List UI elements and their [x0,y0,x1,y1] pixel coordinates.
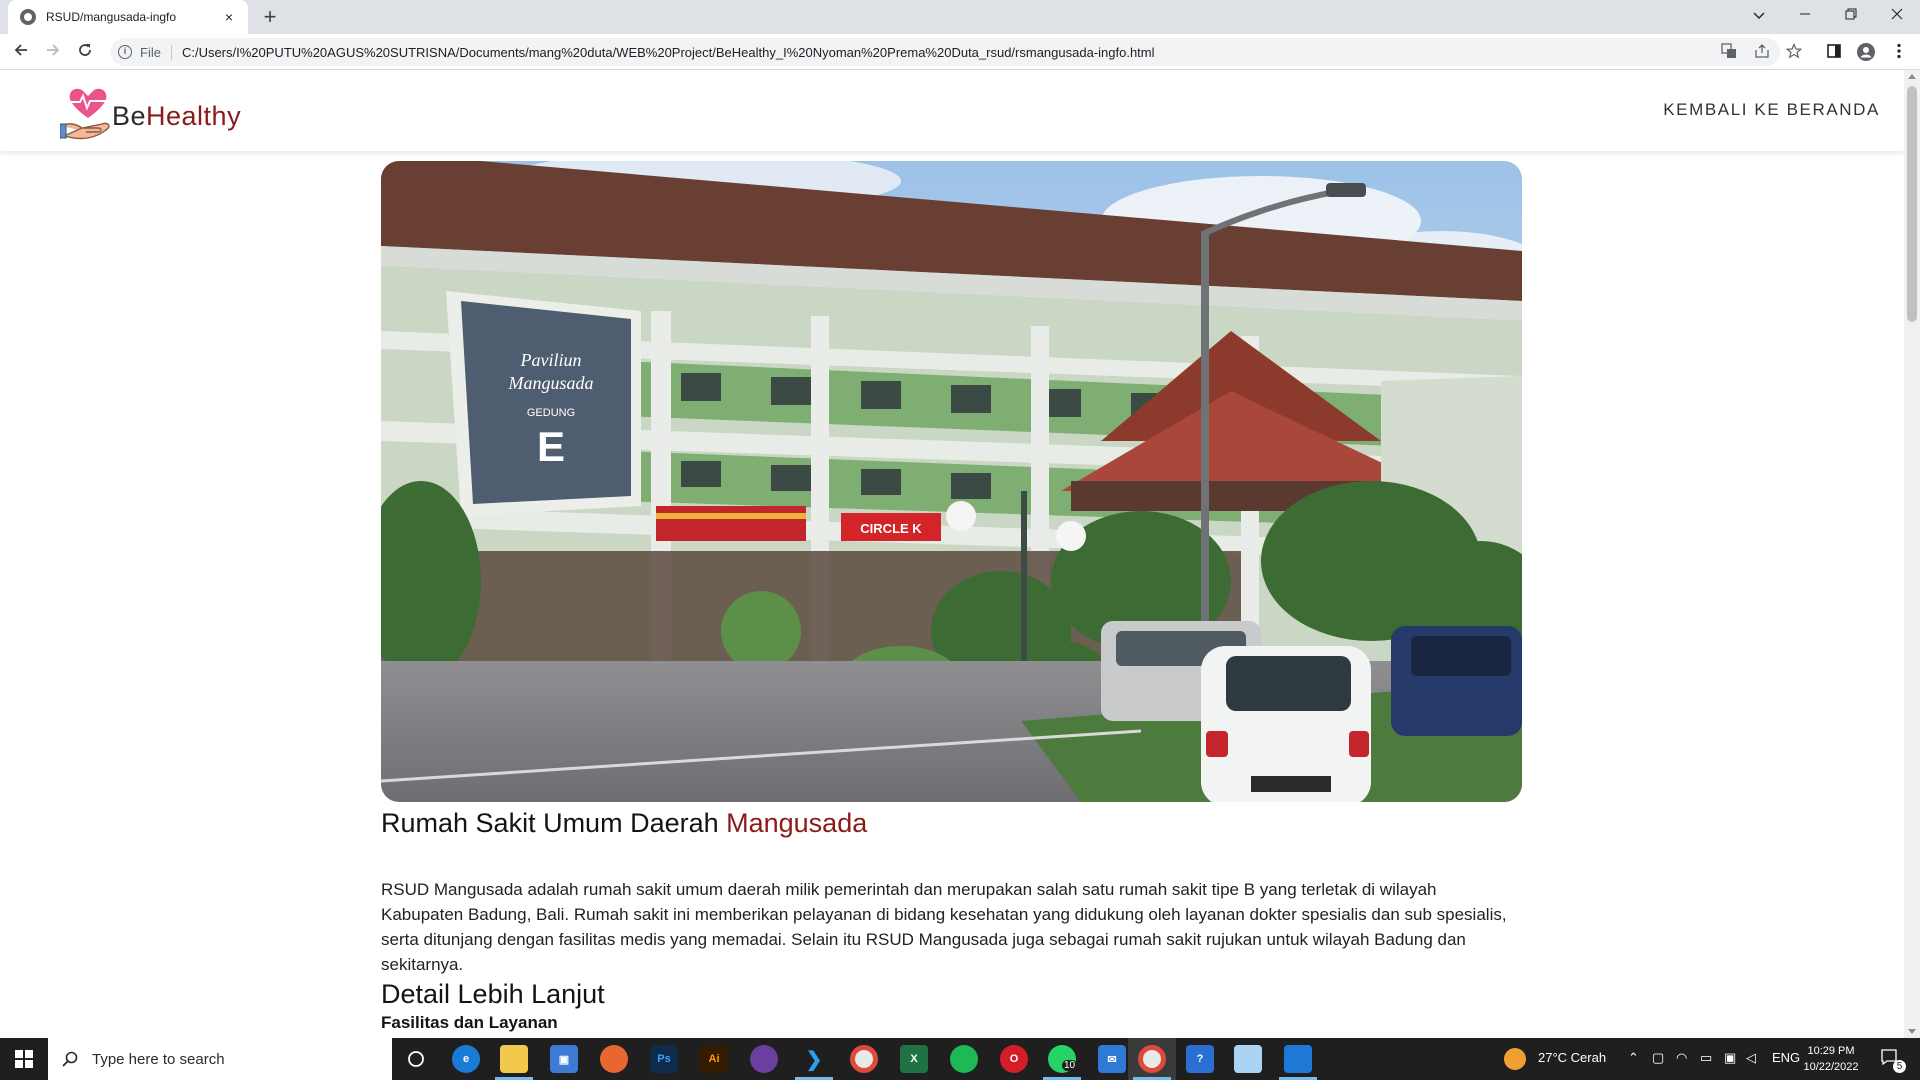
volume-mute-icon[interactable]: ◁ [1746,1050,1756,1066]
detail-heading: Detail Lebih Lanjut [381,979,605,1009]
tab-close-button[interactable]: × [220,9,238,25]
file-explorer-icon[interactable] [500,1045,528,1073]
new-tab-button[interactable]: + [258,5,282,29]
sign-text-letter: E [537,423,565,470]
edge-browser-icon[interactable]: e [452,1045,480,1073]
store-icon[interactable]: ▣ [550,1045,578,1073]
minimize-icon[interactable] [1782,0,1828,30]
hospital-title-accent: Mangusada [726,808,868,838]
logo-text-be: Be [112,100,147,131]
file-label: File [140,44,172,60]
cortana-icon[interactable] [402,1045,430,1073]
hospital-title: Rumah Sakit Umum Daerah Mangusada [381,808,1522,839]
vscode-icon[interactable]: ❯ [800,1045,828,1073]
forward-arrow-icon[interactable] [41,40,65,64]
hospital-description: RSUD Mangusada adalah rumah sakit umum d… [381,880,1507,974]
battery-icon[interactable]: ▭ [1700,1050,1712,1066]
meet-icon[interactable]: ▢ [1652,1050,1664,1066]
language-indicator[interactable]: ENG [1772,1050,1800,1065]
spotify-icon[interactable] [950,1045,978,1073]
browser-tab-bar: RSUD/mangusada-ingfo × + [0,0,1920,34]
url-text[interactable]: C:/Users/I%20PUTU%20AGUS%20SUTRISNA/Docu… [182,45,1155,60]
mail-icon[interactable]: ✉ [1098,1045,1126,1073]
sign-text-paviliun: Paviliun [520,350,582,370]
facilities-subheading: Fasilitas dan Layanan [381,1013,558,1032]
photoshop-icon[interactable]: Ps [650,1045,678,1073]
scroll-up-arrow-icon[interactable] [1908,74,1916,79]
windows-logo-icon [15,1050,33,1068]
taskbar-search-box[interactable]: Type here to search [48,1038,392,1080]
firefox-icon[interactable] [600,1045,628,1073]
notepad-icon[interactable] [1234,1045,1262,1073]
bookmark-star-icon[interactable] [1785,43,1803,61]
photos-icon[interactable] [1284,1045,1312,1073]
logo-text: BeHealthy [112,101,241,132]
opera-icon[interactable]: O [1000,1045,1028,1073]
wifi-icon[interactable]: ◠ [1676,1050,1687,1066]
reload-icon[interactable] [73,40,97,64]
menu-dots-icon[interactable] [1890,43,1908,61]
web-page: BeHealthy Kembali ke Beranda [0,70,1904,1038]
scroll-down-arrow-icon[interactable] [1908,1029,1916,1034]
display-icon[interactable]: ▣ [1724,1050,1736,1066]
chrome-icon[interactable] [850,1045,878,1073]
excel-icon[interactable]: X [900,1045,928,1073]
tor-browser-icon[interactable] [750,1045,778,1073]
clock-time: 10:29 PM [1807,1045,1855,1057]
site-logo[interactable]: BeHealthy [59,84,241,142]
show-hidden-icons-icon[interactable]: ⌃ [1628,1050,1639,1066]
main-content: Rumah Sakit Umum Daerah Mangusada RSUD M… [381,808,1522,1033]
share-icon[interactable] [1753,43,1771,61]
clock-date: 10/22/2022 [1803,1061,1859,1073]
store-sign-text: CIRCLE K [860,521,922,536]
tab-title: RSUD/mangusada-ingfo [46,10,177,24]
tab-search-icon[interactable] [1736,0,1782,30]
whatsapp-badge: 10 [1062,1060,1078,1071]
browser-toolbar: i File C:/Users/I%20PUTU%20AGUS%20SUTRIS… [0,34,1920,70]
sign-text-mangusada: Mangusada [508,373,594,393]
help-icon[interactable]: ? [1186,1045,1214,1073]
page-scrollbar[interactable] [1904,70,1920,1038]
windows-taskbar: Type here to search e ▣ Ps Ai ❯ X O 10 ✉… [0,1038,1920,1080]
system-clock[interactable]: 10:29 PM 10/22/2022 [1798,1043,1864,1075]
start-button[interactable] [0,1038,48,1080]
address-bar[interactable]: i File C:/Users/I%20PUTU%20AGUS%20SUTRIS… [110,38,1780,66]
hospital-title-main: Rumah Sakit Umum Daerah [381,808,727,838]
hospital-hero-image: Paviliun Mangusada GEDUNG E CIRCLE K [381,161,1522,802]
close-window-icon[interactable] [1874,0,1920,30]
info-icon[interactable]: i [118,45,132,59]
globe-icon [20,9,36,25]
weather-text[interactable]: 27°C Cerah [1538,1050,1606,1065]
search-icon [62,1051,78,1067]
hospital-photo-illustration: Paviliun Mangusada GEDUNG E CIRCLE K [381,161,1522,802]
illustrator-icon[interactable]: Ai [700,1045,728,1073]
browser-tab[interactable]: RSUD/mangusada-ingfo × [8,0,248,34]
search-placeholder: Type here to search [92,1050,225,1068]
back-to-home-link[interactable]: Kembali ke Beranda [1663,100,1880,120]
logo-text-healthy: Healthy [146,100,242,131]
notification-count-badge: 5 [1893,1060,1906,1073]
profile-avatar-icon[interactable] [1857,43,1875,61]
scrollbar-thumb[interactable] [1907,86,1917,322]
sign-text-gedung: GEDUNG [527,407,575,419]
chrome-active-icon[interactable] [1138,1045,1166,1073]
heart-hand-logo-icon [59,84,116,142]
translate-icon[interactable] [1720,43,1738,61]
restore-icon[interactable] [1828,0,1874,30]
side-panel-icon[interactable] [1825,43,1843,61]
weather-icon[interactable] [1504,1048,1526,1070]
site-header: BeHealthy Kembali ke Beranda [0,70,1904,151]
back-arrow-icon[interactable] [9,40,33,64]
